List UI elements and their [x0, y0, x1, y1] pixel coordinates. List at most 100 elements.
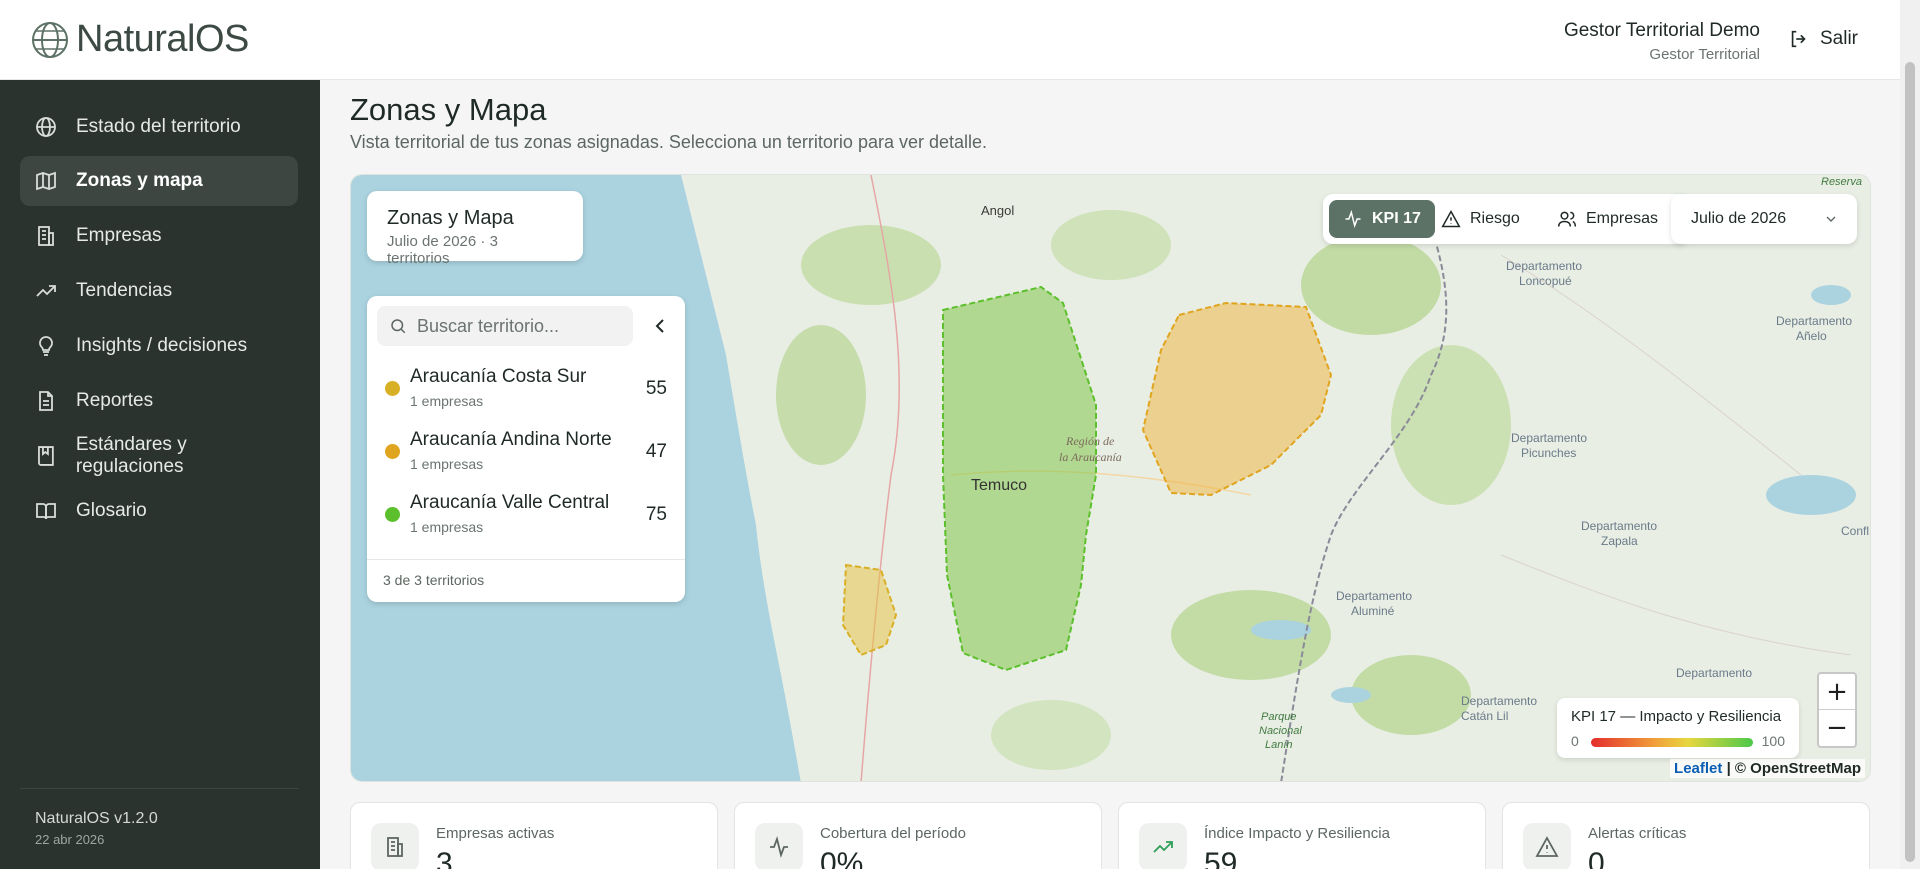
- kpi-value: 3: [436, 847, 453, 869]
- kpi-label: Alertas críticas: [1588, 825, 1687, 842]
- building-icon: [38, 226, 54, 246]
- layer-risk-label: Riesgo: [1470, 210, 1520, 227]
- kpi-card-indice: Índice Impacto y Resiliencia 59: [1118, 802, 1486, 869]
- territory-score: 55: [645, 378, 667, 399]
- territory-score: 75: [645, 504, 667, 525]
- sidebar-item-estado[interactable]: Estado del territorio: [20, 102, 298, 152]
- map-info-card: Zonas y Mapa Julio de 2026 · 3 territori…: [367, 191, 583, 267]
- legend-max: 100: [1761, 733, 1785, 749]
- territory-status-dot: [385, 444, 400, 459]
- document-icon: [39, 391, 53, 411]
- app-version: NaturalOS v1.2.0: [35, 810, 158, 827]
- top-bar: NaturalOS Gestor Territorial Demo Gestor…: [0, 0, 1900, 80]
- user-name: Gestor Territorial Demo: [1563, 20, 1760, 41]
- legend-gradient-bar: [1591, 738, 1753, 747]
- map-view[interactable]: Angol Temuco Región de la Araucanía Depa…: [350, 174, 1871, 782]
- globe-icon: [36, 117, 56, 137]
- chevron-down-icon: [1826, 216, 1836, 222]
- sidebar-item-estandares[interactable]: Estándares y regulaciones: [20, 431, 298, 481]
- map-label-confl: Confl: [1841, 524, 1869, 538]
- kpi-card-cobertura: Cobertura del período 0%: [734, 802, 1102, 869]
- osm-attribution[interactable]: | © OpenStreetMap: [1727, 760, 1861, 777]
- zoom-control: + −: [1817, 672, 1857, 748]
- kpi-icon-box: [371, 823, 419, 869]
- territory-panel: Araucanía Costa Sur 1 empresas 55 Arauca…: [367, 296, 685, 602]
- map-icon: [36, 171, 56, 191]
- period-select[interactable]: Julio de 2026: [1671, 194, 1857, 244]
- map-label-picunches: Picunches: [1521, 446, 1576, 460]
- zoom-in-button[interactable]: +: [1819, 674, 1855, 710]
- territory-status-dot: [385, 507, 400, 522]
- alert-triangle-icon: [1535, 836, 1559, 857]
- layer-toggle-group: KPI 17 Riesgo Empresas: [1323, 194, 1689, 244]
- kpi-icon-box: [1523, 823, 1571, 869]
- users-icon: [1557, 211, 1577, 227]
- collapse-panel-icon[interactable]: [649, 314, 673, 338]
- territory-search[interactable]: [377, 306, 633, 346]
- version-date: 22 abr 2026: [35, 832, 105, 847]
- legend-min: 0: [1571, 733, 1579, 749]
- map-label-region-1: Región de: [1065, 434, 1115, 448]
- territory-row[interactable]: Araucanía Costa Sur 1 empresas 55: [367, 356, 685, 419]
- territory-row[interactable]: Araucanía Andina Norte 1 empresas 47: [367, 419, 685, 482]
- map-label-temuco: Temuco: [971, 477, 1027, 494]
- map-label-loncopue: Loncopué: [1519, 274, 1572, 288]
- territory-name: Araucanía Andina Norte: [410, 429, 612, 450]
- territory-count-footer: 3 de 3 territorios: [367, 559, 685, 600]
- app-name: NaturalOS: [76, 18, 249, 60]
- sidebar-divider: [20, 788, 298, 789]
- layer-kpi-button[interactable]: KPI 17: [1329, 200, 1435, 238]
- territory-row[interactable]: Araucanía Valle Central 1 empresas 75: [367, 482, 685, 545]
- territory-name: Araucanía Valle Central: [410, 492, 610, 513]
- sidebar-item-label: Zonas y mapa: [76, 170, 203, 191]
- territory-companies: 1 empresas: [410, 393, 484, 409]
- map-label-dept-4: Departamento: [1581, 519, 1657, 533]
- page-title: Zonas y Mapa: [350, 92, 547, 127]
- map-label-angol: Angol: [981, 203, 1014, 218]
- map-card-subtitle: Julio de 2026 · 3 territorios: [387, 233, 498, 267]
- sidebar-item-insights[interactable]: Insights / decisiones: [20, 321, 298, 371]
- zoom-out-button[interactable]: −: [1819, 710, 1855, 746]
- kpi-value: 0%: [820, 847, 864, 869]
- map-label-nacional: Nacional: [1259, 725, 1302, 737]
- page-scrollbar[interactable]: [1900, 0, 1920, 869]
- trending-up-icon: [1153, 841, 1173, 853]
- logo[interactable]: NaturalOS: [30, 18, 249, 61]
- lightbulb-icon: [39, 336, 53, 356]
- sidebar-item-label: Reportes: [76, 390, 154, 411]
- layer-risk-button[interactable]: Riesgo: [1427, 200, 1534, 238]
- map-label-parque: Parque: [1261, 711, 1296, 723]
- territory-score: 47: [645, 441, 667, 462]
- logout-button[interactable]: Salir: [1788, 28, 1858, 50]
- logout-icon: [1791, 30, 1806, 48]
- map-label-dept-7: Departamento: [1676, 666, 1752, 680]
- sidebar-item-label: Empresas: [76, 225, 162, 246]
- scrollbar-thumb[interactable]: [1905, 62, 1915, 862]
- page-subtitle: Vista territorial de tus zonas asignadas…: [350, 132, 988, 152]
- kpi-label: Índice Impacto y Resiliencia: [1204, 825, 1390, 842]
- user-info: Gestor Territorial Demo Gestor Territori…: [1564, 20, 1760, 63]
- leaflet-link[interactable]: Leaflet: [1674, 760, 1722, 777]
- kpi-icon-box: [1139, 823, 1187, 869]
- layer-companies-button[interactable]: Empresas: [1543, 200, 1672, 238]
- kpi-value: 59: [1204, 847, 1238, 869]
- map-label-dept-6: Departamento: [1461, 694, 1537, 708]
- map-label-dept-2: Departamento: [1776, 314, 1852, 328]
- activity-icon: [770, 835, 788, 859]
- legend-title: KPI 17 — Impacto y Resiliencia: [1571, 708, 1782, 725]
- sidebar-item-tendencias[interactable]: Tendencias: [20, 266, 298, 316]
- search-input[interactable]: [417, 315, 627, 337]
- sidebar-item-zonas[interactable]: Zonas y mapa: [20, 156, 298, 206]
- layer-kpi-label: KPI 17: [1372, 210, 1421, 227]
- map-legend: KPI 17 — Impacto y Resiliencia 0 100: [1557, 698, 1799, 758]
- sidebar-item-glosario[interactable]: Glosario: [20, 486, 298, 536]
- activity-icon: [1345, 209, 1361, 229]
- user-role: Gestor Territorial: [1649, 46, 1760, 63]
- sidebar-item-reportes[interactable]: Reportes: [20, 376, 298, 426]
- sidebar-item-empresas[interactable]: Empresas: [20, 211, 298, 261]
- bookmark-book-icon: [38, 446, 54, 466]
- map-label-dept-3: Departamento: [1511, 431, 1587, 445]
- sidebar-item-label: Estándares y regulaciones: [75, 434, 187, 477]
- map-label-zapala: Zapala: [1601, 534, 1638, 548]
- logout-label: Salir: [1819, 28, 1858, 49]
